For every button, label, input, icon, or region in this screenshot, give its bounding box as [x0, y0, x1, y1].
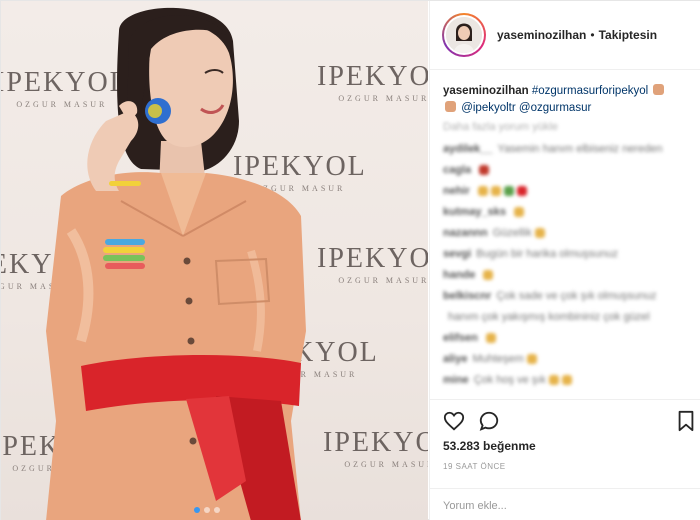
list-item: belkiscnr Çok sade ve çok şık olmuşsunuz	[443, 286, 693, 305]
list-item: aliye Muhteşem	[443, 349, 693, 368]
emoji-icon	[477, 185, 488, 196]
post-caption: yaseminozilhan #ozgurmasurforipekyol @ip…	[443, 83, 693, 117]
emoji-icon	[503, 185, 514, 196]
emoji-icon	[534, 227, 545, 238]
list-item: nehir	[443, 181, 693, 200]
list-item: elifsen	[443, 328, 693, 347]
comment-text: Bugün bir harika olmuşsunuz	[476, 247, 618, 260]
comment-input[interactable]	[443, 497, 688, 515]
avatar-image	[446, 17, 482, 53]
comment-text: Çok hoş ve şık	[473, 373, 546, 386]
post-side-panel: yaseminozilhan • Takiptesin yaseminozilh…	[429, 1, 700, 520]
avatar[interactable]	[442, 13, 486, 57]
list-item: aydilek__ Yasemin hanım elbiseniz nerede…	[443, 139, 693, 158]
action-bar	[430, 399, 700, 439]
comment-username[interactable]: mine	[443, 374, 469, 386]
emoji-icon	[490, 185, 501, 196]
comment-username[interactable]: cagla	[443, 164, 471, 176]
like-count[interactable]: 53.283 beğenme	[443, 439, 536, 453]
emoji-icon	[479, 164, 490, 175]
list-item: mine Çok hoş ve şık	[443, 370, 693, 389]
carousel-dot[interactable]	[214, 507, 220, 513]
carousel-dots[interactable]	[194, 507, 220, 513]
list-item: hande	[443, 265, 693, 284]
heart-icon	[443, 411, 465, 431]
woman-figure	[46, 7, 306, 520]
comment-username[interactable]: aliye	[443, 353, 467, 365]
comment-button[interactable]	[478, 410, 500, 432]
comment-icon	[479, 411, 499, 431]
save-button[interactable]	[675, 410, 697, 432]
carousel-dot[interactable]	[204, 507, 210, 513]
list-item: nazannn Güzellik	[443, 223, 693, 242]
comment-username[interactable]: hande	[443, 269, 475, 281]
emoji-icon	[526, 353, 537, 364]
comment-username[interactable]: belkiscnr	[443, 290, 491, 302]
caption-hashtag[interactable]: #ozgurmasurforipekyol	[532, 85, 648, 97]
caption-username[interactable]: yaseminozilhan	[443, 85, 529, 97]
follow-status-button[interactable]: Takiptesin	[599, 28, 657, 42]
emoji-icon	[514, 206, 524, 217]
comment-text: Çok sade ve çok şık olmuşsunuz	[496, 289, 657, 302]
emoji-icon	[516, 185, 527, 196]
post-header: yaseminozilhan • Takiptesin	[430, 1, 700, 70]
post-photo[interactable]: IPEKYOLOZGUR MASUR IPEKYOLOZGUR MASUR IP…	[1, 1, 428, 520]
list-item: kutmay_sks	[443, 202, 693, 221]
comment-username[interactable]: nehir	[443, 185, 470, 197]
header-separator: •	[590, 28, 595, 42]
list-item: hanım çok yakışmış kombininiz çok güzel	[443, 307, 693, 326]
bookmark-icon	[678, 410, 694, 432]
comment-username[interactable]: sevgi	[443, 248, 471, 260]
like-button[interactable]	[443, 410, 465, 432]
comment-username[interactable]: kutmay_sks	[443, 206, 506, 218]
load-more-comments-link[interactable]: Daha fazla yorum yükle	[443, 121, 693, 137]
hand-emoji-icon	[653, 84, 665, 95]
list-item: cagla	[443, 160, 693, 179]
caption-mention[interactable]: @ozgurmasur	[519, 102, 591, 114]
post-timestamp[interactable]: 19 SAAT ÖNCE	[443, 462, 506, 471]
list-item: sevgi Bugün bir harika olmuşsunuz	[443, 244, 693, 263]
comment-username[interactable]: elifsen	[443, 332, 478, 344]
comments-list: Daha fazla yorum yükle aydilek__ Yasemin…	[443, 121, 693, 389]
header-username[interactable]: yaseminozilhan	[497, 28, 586, 42]
hand-emoji-icon	[445, 101, 456, 112]
emoji-icon	[485, 332, 496, 343]
carousel-dot[interactable]	[194, 507, 200, 513]
comment-username[interactable]: nazannn	[443, 227, 488, 239]
comment-text: hanım çok yakışmış kombininiz çok güzel	[448, 310, 650, 323]
comment-text: Yasemin hanım elbiseniz nereden	[497, 142, 663, 155]
add-comment-bar	[430, 488, 700, 520]
emoji-icon	[561, 374, 572, 385]
comment-text: Güzellik	[492, 226, 532, 239]
emoji-icon	[483, 269, 494, 280]
comment-username[interactable]: aydilek__	[443, 143, 493, 155]
emoji-icon	[548, 374, 559, 385]
caption-mention[interactable]: @ipekyoltr	[461, 102, 516, 114]
comment-text: Muhteşem	[472, 352, 524, 365]
instagram-post: IPEKYOLOZGUR MASUR IPEKYOLOZGUR MASUR IP…	[0, 0, 700, 520]
